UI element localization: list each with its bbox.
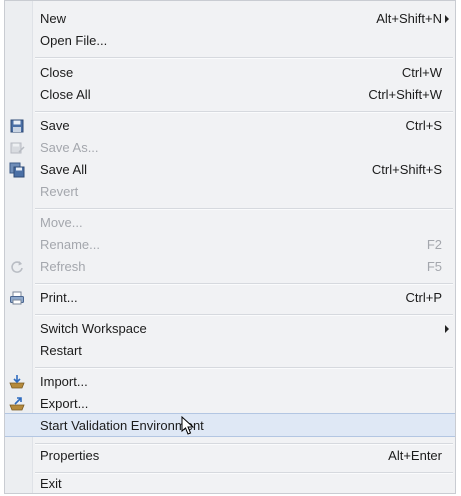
menu-item-label: New xyxy=(40,11,67,26)
separator xyxy=(35,314,453,316)
separator xyxy=(35,283,453,285)
refresh-icon xyxy=(11,261,23,273)
menu-item-switch-workspace[interactable]: Switch Workspace xyxy=(5,318,455,340)
menu-item-shortcut: Ctrl+S xyxy=(405,118,442,133)
submenu-arrow-icon xyxy=(445,325,449,333)
menu-item-shortcut: F5 xyxy=(426,259,442,274)
menu-item-restart[interactable]: Restart xyxy=(5,340,455,362)
menu-item-shortcut: Ctrl+W xyxy=(401,65,442,80)
save-icon xyxy=(10,119,24,133)
menu-item-shortcut: F2 xyxy=(426,237,442,252)
menu-item-save[interactable]: Save Ctrl+S xyxy=(5,115,455,137)
save-all-icon xyxy=(9,162,25,178)
menu-item-export[interactable]: Export... xyxy=(5,393,455,415)
menu-item-new[interactable]: New Alt+Shift+N xyxy=(5,8,455,30)
menu-item-revert[interactable]: Revert xyxy=(5,181,455,203)
menu-item-label: Save As... xyxy=(40,140,99,155)
menu-item-label: Save xyxy=(40,118,70,133)
menu-item-import[interactable]: Import... xyxy=(5,371,455,393)
menu-item-close[interactable]: Close Ctrl+W xyxy=(5,62,455,84)
mouse-pointer-icon xyxy=(181,416,195,435)
menu-item-label: Restart xyxy=(40,343,82,358)
menu-item-save-as[interactable]: Save As... xyxy=(5,137,455,159)
menu-item-close-all[interactable]: Close All Ctrl+Shift+W xyxy=(5,84,455,106)
menu-item-properties[interactable]: Properties Alt+Enter xyxy=(5,445,455,467)
menu-item-start-validation-environment[interactable]: Start Validation Environment xyxy=(5,413,455,437)
separator xyxy=(35,367,453,369)
separator xyxy=(35,111,453,113)
menu-item-rename[interactable]: Rename... F2 xyxy=(5,234,455,256)
menu-item-label: Print... xyxy=(40,290,78,305)
menu-item-label: Save All xyxy=(40,162,87,177)
menu-item-open-file[interactable]: Open File... xyxy=(5,30,455,52)
file-menu: New Alt+Shift+N Open File... Close Ctrl+… xyxy=(4,0,456,494)
menu-item-shortcut: Alt+Enter xyxy=(388,448,442,463)
menu-item-label: Close xyxy=(40,65,74,80)
separator xyxy=(35,208,453,210)
menu-item-exit[interactable]: Exit xyxy=(5,473,455,495)
import-icon xyxy=(9,375,25,389)
menu-item-label: Switch Workspace xyxy=(40,321,147,336)
save-as-icon xyxy=(10,142,25,154)
menu-item-label: Revert xyxy=(40,184,79,199)
menu-item-label: Export... xyxy=(40,396,89,411)
menu-item-label: Import... xyxy=(40,374,88,389)
menu-item-print[interactable]: Print... Ctrl+P xyxy=(5,287,455,309)
menu-item-shortcut: Ctrl+Shift+W xyxy=(368,87,442,102)
menu-item-shortcut: Ctrl+P xyxy=(405,290,442,305)
menu-item-move[interactable]: Move... xyxy=(5,212,455,234)
menu-item-label: Close All xyxy=(40,87,91,102)
menu-item-label: Refresh xyxy=(40,259,86,274)
menu-item-shortcut: Alt+Shift+N xyxy=(376,11,442,26)
menu-item-label: Open File... xyxy=(40,33,108,48)
menu-item-label: Start Validation Environment xyxy=(40,418,204,433)
submenu-arrow-icon xyxy=(445,15,449,23)
menu-item-shortcut: Ctrl+Shift+S xyxy=(371,162,442,177)
menu-item-refresh[interactable]: Refresh F5 xyxy=(5,256,455,278)
export-icon xyxy=(9,397,25,411)
separator xyxy=(35,57,453,59)
menu-item-label: Rename... xyxy=(40,237,100,252)
menu-item-save-all[interactable]: Save All Ctrl+Shift+S xyxy=(5,159,455,181)
menu-item-label: Exit xyxy=(40,476,62,491)
menu-item-label: Properties xyxy=(40,448,100,463)
print-icon xyxy=(10,291,24,305)
menu-item-label: Move... xyxy=(40,215,83,230)
